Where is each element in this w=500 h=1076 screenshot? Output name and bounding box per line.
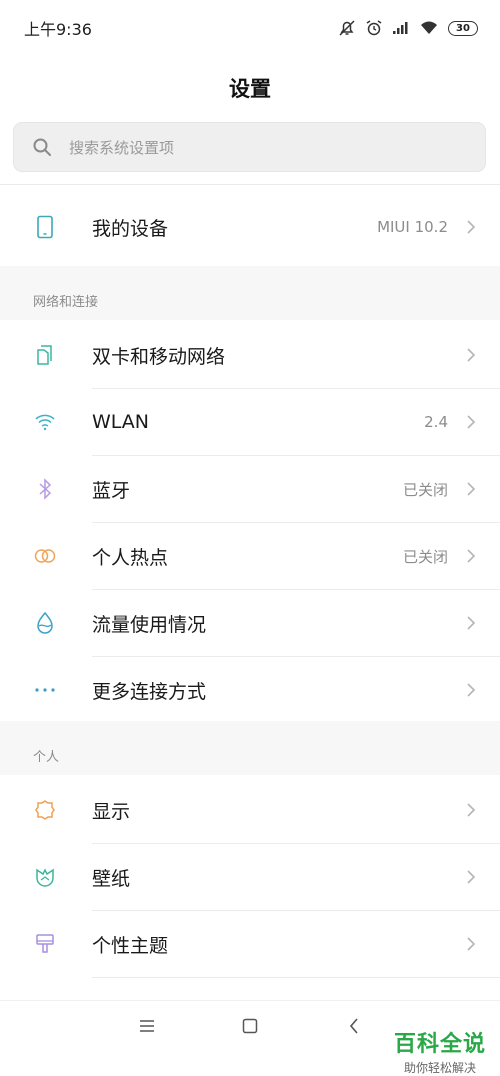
chevron-right-icon [466, 481, 476, 497]
title-bar: 设置 [0, 64, 500, 112]
wlan-label: WLAN [92, 411, 150, 433]
section-header-personal: 个人 [33, 750, 60, 765]
mute-bell-icon [338, 19, 356, 37]
bluetooth-value: 已关闭 [402, 480, 448, 499]
theme-label: 个性主题 [92, 934, 169, 957]
more-connections-row[interactable]: 更多连接方式 [0, 657, 500, 723]
search-input[interactable]: 搜索系统设置项 [13, 122, 486, 172]
sidebar-item-dual-sim[interactable]: 双卡和移动网络 [0, 322, 500, 388]
home-icon[interactable] [241, 1017, 259, 1035]
my-device-row[interactable]: 我的设备 MIUI 10.2 [0, 194, 500, 260]
watermark-title: 百科全说 [393, 1032, 486, 1057]
section-gap [0, 721, 500, 775]
wifi-icon [32, 409, 58, 435]
wallpaper-icon [32, 864, 58, 890]
display-row[interactable]: 显示 [0, 777, 500, 843]
battery-indicator: 30 [448, 20, 478, 36]
status-icons: 30 [338, 19, 478, 37]
hotspot-value: 已关闭 [402, 547, 448, 566]
back-icon[interactable] [347, 1017, 361, 1035]
hotspot-icon [32, 543, 58, 569]
wallpaper-label: 壁纸 [92, 867, 131, 890]
bluetooth-label: 蓝牙 [92, 479, 131, 502]
hotspot-label: 个人热点 [92, 546, 169, 569]
chevron-right-icon [466, 802, 476, 818]
status-time: 上午9:36 [24, 20, 92, 39]
section-header-network: 网络和连接 [33, 295, 99, 310]
signal-icon [392, 21, 410, 35]
water-drop-icon [32, 610, 58, 636]
wifi-status-icon [419, 20, 439, 36]
display-label: 显示 [92, 800, 131, 823]
chevron-right-icon [466, 936, 476, 952]
chevron-right-icon [466, 682, 476, 698]
sim-card-icon [32, 342, 58, 368]
sun-icon [32, 797, 58, 823]
phone-icon [32, 214, 58, 240]
watermark-subtitle: 助你轻松解决 [403, 1061, 476, 1075]
chevron-right-icon [466, 548, 476, 564]
page-title: 设置 [229, 77, 271, 101]
chevron-right-icon [466, 615, 476, 631]
wlan-row[interactable]: WLAN 2.4 [0, 389, 500, 455]
wlan-value: 2.4 [424, 413, 448, 431]
wallpaper-row[interactable]: 壁纸 [0, 844, 500, 910]
watermark: 百科全说 助你轻松解决 [394, 1026, 486, 1076]
data-usage-row[interactable]: 流量使用情况 [0, 590, 500, 656]
alarm-icon [365, 19, 383, 37]
chevron-right-icon [466, 219, 476, 235]
status-bar: 上午9:36 30 [0, 0, 500, 56]
chevron-right-icon [466, 347, 476, 363]
bluetooth-row[interactable]: 蓝牙 已关闭 [0, 456, 500, 522]
data-usage-label: 流量使用情况 [92, 613, 207, 636]
dual-sim-label: 双卡和移动网络 [92, 345, 226, 368]
search-icon [32, 137, 52, 157]
more-connections-label: 更多连接方式 [92, 680, 207, 703]
theme-row[interactable]: 个性主题 [0, 911, 500, 977]
bluetooth-icon [32, 476, 58, 502]
search-placeholder: 搜索系统设置项 [69, 138, 175, 157]
chevron-right-icon [466, 414, 476, 430]
my-device-label: 我的设备 [92, 217, 169, 240]
hotspot-row[interactable]: 个人热点 已关闭 [0, 523, 500, 589]
paint-brush-icon [32, 931, 58, 957]
chevron-right-icon [466, 869, 476, 885]
divider [0, 184, 500, 185]
more-dots-icon [32, 677, 58, 703]
menu-icon[interactable] [138, 1017, 156, 1035]
my-device-value: MIUI 10.2 [377, 218, 448, 236]
divider [92, 977, 500, 978]
